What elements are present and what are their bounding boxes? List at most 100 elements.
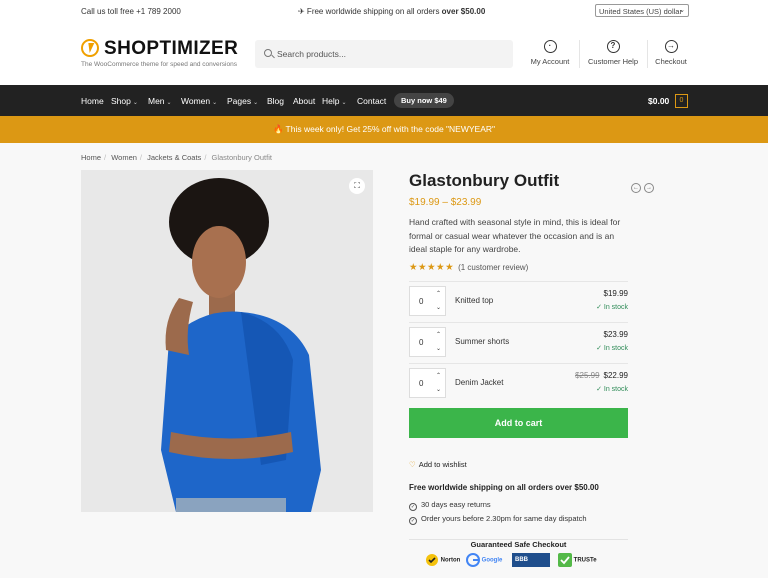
promo-text: This week only! Get 25% off with the cod… [285, 124, 496, 134]
nav-home[interactable]: Home [81, 96, 104, 106]
customer-help-link[interactable]: ? Customer Help [585, 40, 641, 66]
buy-now-button[interactable]: Buy now $49 [394, 93, 454, 108]
review-count-link[interactable]: (1 customer review) [458, 263, 528, 272]
checkout-label: Checkout [655, 57, 687, 66]
search-icon[interactable] [264, 49, 272, 57]
chevron-down-icon: ⌄ [166, 100, 172, 106]
safe-checkout-title: Guaranteed Safe Checkout [470, 540, 567, 549]
toll-free-phone: Call us toll free +1 789 2000 [81, 7, 181, 16]
breadcrumb: Home / Women / Jackets & Coats / Glastonbur… [81, 153, 272, 162]
shipping-title: Free worldwide shipping on all orders ov… [409, 483, 599, 492]
safe-checkout: Guaranteed Safe Checkout Norton Google B… [409, 539, 628, 578]
nav-help[interactable]: Help ⌄ [322, 96, 347, 106]
nav-women[interactable]: Women ⌄ [181, 96, 217, 106]
divider [647, 40, 648, 68]
item-name[interactable]: Denim Jacket [455, 378, 503, 387]
feature-item: ✓ Order yours before 2.30pm for same day … [409, 514, 587, 525]
item-name[interactable]: Knitted top [455, 296, 493, 305]
product-title: Glastonbury Outfit [409, 171, 560, 190]
product-navigation: ← → [631, 176, 657, 194]
logo-text: SHOPTIMIZER [104, 38, 239, 59]
chevron-down-icon: ⌄ [132, 100, 138, 106]
top-bar: Call us toll free +1 789 2000 ✈ Free wor… [0, 0, 768, 22]
quantity-value[interactable]: 0 [419, 338, 423, 347]
google-badge: Google [466, 553, 502, 571]
my-account-label: My Account [530, 57, 570, 66]
add-to-cart-button[interactable]: Add to cart [409, 408, 628, 438]
currency-select[interactable]: United States (US) dollar ⌄ [595, 4, 689, 17]
item-price: $19.99 [603, 289, 628, 298]
nav-contact[interactable]: Contact [357, 96, 386, 106]
bbb-badge: BBB [512, 553, 550, 571]
divider [579, 40, 580, 68]
cart-count-icon[interactable]: 0 [675, 94, 688, 108]
user-icon: · [543, 40, 557, 53]
divider [409, 281, 628, 282]
breadcrumb-home[interactable]: Home [81, 153, 101, 162]
add-to-wishlist-link[interactable]: ♡ Add to wishlist [409, 460, 467, 469]
divider [409, 363, 628, 364]
quantity-stepper[interactable]: 0 ⌃ ⌄ [409, 327, 446, 357]
checkout-link[interactable]: → Checkout [653, 40, 689, 66]
main-nav: Home Shop ⌄ Men ⌄ Women ⌄ Pages ⌄ Blog About… [0, 85, 768, 116]
lightning-logo-icon [81, 39, 99, 57]
chevron-down-icon: ⌄ [253, 100, 259, 106]
quantity-value[interactable]: 0 [419, 379, 423, 388]
feature-item: ✓ 30 days easy returns [409, 500, 491, 511]
cart-total[interactable]: $0.00 [648, 96, 669, 106]
product-description: Hand crafted with seasonal style in mind… [409, 217, 621, 254]
quantity-stepper[interactable]: 0 ⌃ ⌄ [409, 368, 446, 398]
search-bar [255, 40, 513, 68]
stock-status: ✓ In stock [596, 386, 628, 393]
chevron-down-icon[interactable]: ⌄ [436, 345, 441, 352]
help-icon: ? [606, 40, 620, 53]
chevron-down-icon[interactable]: ⌄ [436, 386, 441, 393]
product-rating: ★★★★★ (1 customer review) [409, 262, 528, 273]
quantity-value[interactable]: 0 [419, 297, 423, 306]
product-price: $19.99 – $23.99 [409, 197, 482, 208]
arrow-right-icon: → [664, 40, 678, 53]
nav-shop[interactable]: Shop ⌄ [111, 96, 138, 106]
check-circle-icon: ✓ [409, 517, 417, 525]
logo-tagline: The WooCommerce theme for speed and conv… [81, 61, 237, 68]
star-rating-icon: ★★★★★ [409, 262, 455, 273]
quantity-stepper[interactable]: 0 ⌃ ⌄ [409, 286, 446, 316]
search-input[interactable] [277, 40, 507, 68]
my-account-link[interactable]: · My Account [527, 40, 573, 66]
chevron-down-icon: ⌄ [212, 100, 218, 106]
grouped-item: 0 ⌃ ⌄ Summer shorts $23.99 ✓ In stock [409, 327, 628, 357]
fire-icon: 🔥 [272, 124, 284, 134]
breadcrumb-jackets[interactable]: Jackets & Coats [147, 153, 201, 162]
grouped-item: 0 ⌃ ⌄ Knitted top $19.99 ✓ In stock [409, 286, 628, 316]
chevron-up-icon[interactable]: ⌃ [436, 290, 441, 297]
chevron-down-icon: ⌄ [341, 100, 347, 106]
shipping-notice: ✈ Free worldwide shipping on all orders … [298, 7, 486, 16]
model-photo [81, 170, 373, 512]
nav-blog[interactable]: Blog [267, 96, 284, 106]
norton-badge: Norton [425, 553, 460, 571]
chevron-up-icon[interactable]: ⌃ [436, 372, 441, 379]
next-product-icon[interactable]: → [644, 183, 654, 193]
chevron-down-icon[interactable]: ⌄ [436, 304, 441, 311]
promo-banner: 🔥 This week only! Get 25% off with the co… [0, 116, 768, 143]
truste-badge: TRUSTe [558, 553, 597, 571]
heart-icon: ♡ [409, 460, 416, 469]
stock-status: ✓ In stock [596, 304, 628, 311]
previous-product-icon[interactable]: ← [631, 183, 641, 193]
nav-pages[interactable]: Pages ⌄ [227, 96, 258, 106]
product-image[interactable]: ⛶ [81, 170, 373, 512]
stock-status: ✓ In stock [596, 345, 628, 352]
nav-men[interactable]: Men ⌄ [148, 96, 172, 106]
customer-help-label: Customer Help [587, 57, 639, 66]
breadcrumb-women[interactable]: Women [111, 153, 137, 162]
divider [409, 322, 628, 323]
item-price: $25.99 $22.99 [575, 371, 628, 380]
nav-about[interactable]: About [293, 96, 315, 106]
chevron-up-icon[interactable]: ⌃ [436, 331, 441, 338]
item-name[interactable]: Summer shorts [455, 337, 509, 346]
site-logo[interactable]: SHOPTIMIZER The WooCommerce theme for sp… [81, 38, 241, 79]
zoom-icon[interactable]: ⛶ [349, 178, 365, 194]
grouped-item: 0 ⌃ ⌄ Denim Jacket $25.99 $22.99 ✓ In sto… [409, 368, 628, 398]
chevron-down-icon: ⌄ [679, 7, 685, 14]
old-price: $25.99 [575, 371, 600, 380]
